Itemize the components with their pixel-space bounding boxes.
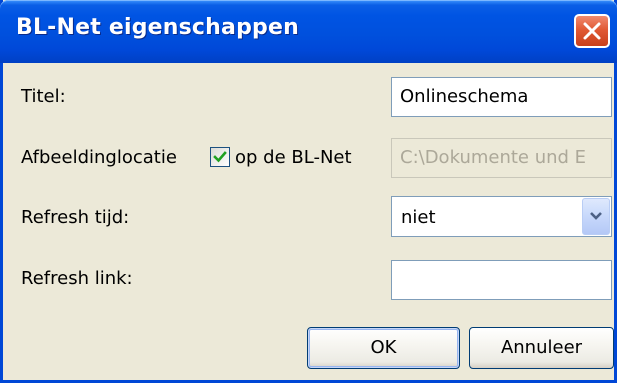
ok-button[interactable]: OK (307, 327, 460, 369)
image-path-input: C:\Dokumente und E (391, 138, 612, 178)
chevron-down-icon (590, 212, 602, 220)
refresh-time-selected-value: niet (401, 207, 436, 228)
title-bar[interactable]: BL-Net eigenschappen (0, 0, 617, 63)
title-input[interactable]: Onlineschema (391, 77, 612, 117)
dropdown-button[interactable] (582, 198, 610, 235)
refresh-link-label: Refresh link: (21, 268, 133, 289)
refresh-link-input[interactable] (391, 260, 612, 300)
on-blnet-checkbox[interactable] (210, 147, 230, 167)
cancel-button[interactable]: Annuleer (469, 327, 614, 369)
close-icon (583, 22, 601, 40)
refresh-time-select[interactable]: niet (391, 196, 612, 237)
title-label: Titel: (21, 86, 66, 107)
window-title: BL-Net eigenschappen (16, 15, 299, 40)
refresh-time-label: Refresh tijd: (21, 207, 130, 228)
image-location-label: Afbeeldinglocatie (21, 147, 177, 168)
on-blnet-checkbox-label[interactable]: op de BL-Net (235, 147, 352, 168)
dialog-window: BL-Net eigenschappen Titel: Onlineschema… (0, 0, 617, 383)
close-button[interactable] (574, 14, 610, 48)
checkmark-icon (213, 151, 227, 163)
